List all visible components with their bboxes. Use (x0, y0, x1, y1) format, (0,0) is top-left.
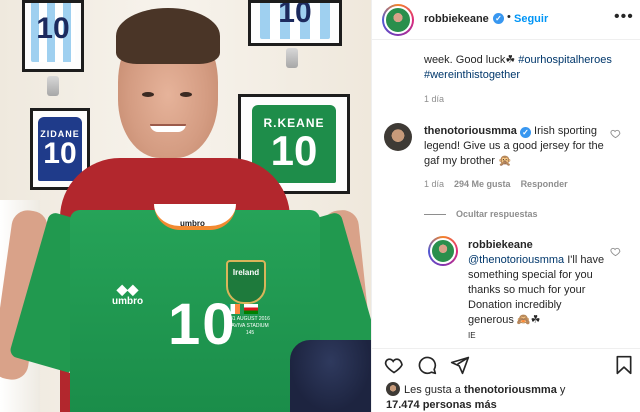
more-options-icon[interactable]: ••• (614, 8, 634, 26)
chair (290, 340, 371, 412)
oman-flag-icon (244, 304, 258, 314)
reply-author-avatar[interactable] (428, 236, 458, 266)
person-eye (142, 92, 154, 97)
framed-jersey-argentina: 10 (22, 0, 84, 72)
heart-icon[interactable] (610, 246, 621, 257)
verified-badge-icon: ✓ (519, 127, 531, 138)
jersey-brand-logo: ◆◆ umbro (112, 282, 143, 307)
post-side-panel: robbiekeane ✓ • Seguir ••• week. Good lu… (371, 0, 640, 412)
jersey-number: 10 (168, 292, 237, 357)
caption-timestamp[interactable]: 1 día (424, 94, 444, 104)
commenter-username[interactable]: thenotoriousmma (424, 125, 517, 137)
jersey-brand-text: umbro (112, 296, 144, 307)
author-avatar[interactable] (382, 4, 414, 36)
post-action-bar: Les gusta a thenotoriousmma y 17.474 per… (372, 348, 640, 412)
caption-text: week. Good luck☘ (424, 54, 519, 66)
framed-jersey-number: 10 (36, 12, 70, 46)
comment-icon[interactable] (417, 355, 437, 375)
separator-dot: • (507, 11, 511, 23)
commenter-avatar[interactable] (384, 123, 412, 151)
liker-username[interactable]: thenotoriousmma (464, 384, 557, 396)
comment-likes-count[interactable]: 294 Me gusta (454, 179, 511, 189)
person-eye (180, 92, 192, 97)
hide-replies-label: Ocultar respuestas (456, 209, 538, 219)
wall-lamp (47, 76, 59, 96)
reply-username[interactable]: robbiekeane (468, 239, 533, 251)
reply-text: robbiekeane @thenotoriousmma I'll have s… (468, 238, 610, 343)
author-username[interactable]: robbiekeane (424, 13, 489, 25)
caption-hashtag[interactable]: #wereinthistogether (424, 69, 520, 81)
post-photo[interactable]: 10 10 ZIDANE 10 R.KEANE 10 umbro ◆◆ umbr… (0, 0, 371, 412)
umbro-diamond-icon: ◆◆ (116, 281, 139, 297)
framed-jersey-number: 10 (43, 136, 77, 170)
person-mouth (150, 124, 186, 132)
replies-divider-line (424, 214, 446, 216)
liker-avatar[interactable] (386, 382, 400, 396)
reply-flag-text: IE (468, 331, 476, 340)
likes-connector: y (556, 384, 566, 396)
wall-lamp (286, 48, 298, 68)
jersey-collar-label: umbro (180, 219, 205, 228)
likes-summary: Les gusta a thenotoriousmma y 17.474 per… (386, 382, 636, 412)
comment-text: thenotoriousmma ✓ Irish sporting legend!… (424, 124, 610, 169)
caption-hashtag[interactable]: #ourhospitalheroes (518, 54, 612, 66)
follow-button[interactable]: Seguir (514, 13, 548, 25)
verified-badge-icon: ✓ (493, 13, 504, 24)
comment-meta: 1 día 294 Me gusta Responder (424, 179, 568, 189)
caption-line: week. Good luck☘ #ourhospitalheroes (424, 53, 612, 67)
likes-count[interactable]: 17.474 personas más (386, 399, 497, 411)
share-icon[interactable] (450, 355, 470, 375)
crest-text: Ireland (232, 268, 260, 277)
heart-icon[interactable] (610, 128, 621, 139)
post-header: robbiekeane ✓ • Seguir ••• (372, 0, 640, 40)
likes-prefix: Les gusta a (404, 384, 464, 396)
caption-line: #wereinthistogether (424, 68, 520, 82)
bookmark-icon[interactable] (614, 355, 634, 375)
reply-mention[interactable]: @thenotoriousmma (468, 254, 564, 266)
heart-icon[interactable] (384, 355, 404, 375)
comments-scroll-area[interactable]: week. Good luck☘ #ourhospitalheroes #wer… (372, 41, 640, 347)
caption-cut-off-line (424, 41, 624, 51)
reply-button[interactable]: Responder (521, 179, 568, 189)
framed-jersey-number: 10 (278, 0, 312, 29)
hide-replies-button[interactable]: Ocultar respuestas (424, 209, 538, 219)
comment-timestamp[interactable]: 1 día (424, 179, 444, 189)
framed-jersey-number: 10 (270, 126, 318, 174)
framed-jersey-argentina-top: 10 (248, 0, 342, 46)
person-hair (116, 8, 220, 64)
